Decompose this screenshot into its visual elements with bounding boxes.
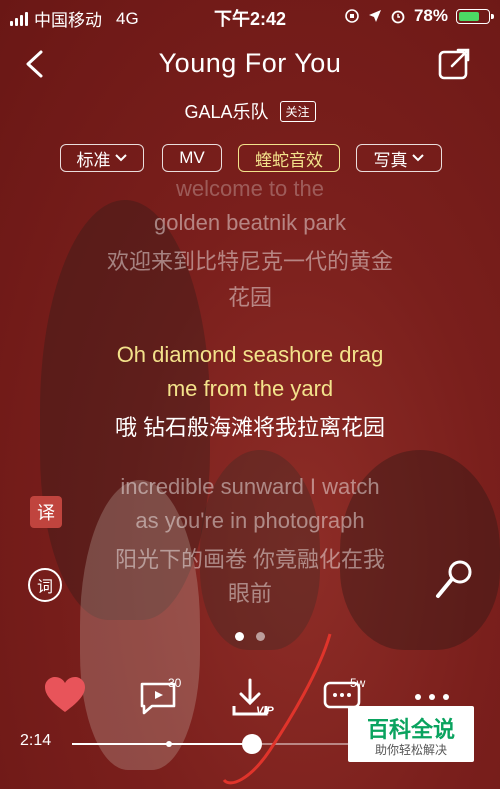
mode-pills: 标准 MV 蝰蛇音效 写真	[0, 144, 500, 176]
watermark-logo: 百科全说 助你轻松解决	[348, 706, 474, 762]
current-lyric-translation: 哦 钻石般海滩将我拉离花园	[114, 415, 386, 440]
more-icon[interactable]	[412, 692, 452, 702]
watermark-title: 百科全说	[366, 717, 455, 742]
chevron-down-icon	[114, 154, 127, 162]
photo-label: 写真	[373, 150, 408, 170]
follow-button[interactable]: 关注	[279, 101, 316, 122]
heart-icon[interactable]	[44, 676, 86, 714]
artist-name[interactable]: GALA乐队	[184, 102, 268, 122]
lyric-line: 欢迎来到比特尼克一代的黄金	[106, 249, 393, 274]
translate-button[interactable]: 译	[30, 496, 62, 528]
buffer-marker	[166, 741, 172, 747]
red-scribble	[222, 633, 332, 785]
quality-label: 标准	[76, 150, 111, 170]
current-lyric-line: me from the yard	[166, 376, 334, 401]
mv-button[interactable]: MV	[162, 144, 222, 172]
lyric-line: incredible sunward I watch	[120, 474, 380, 499]
battery-icon	[456, 8, 494, 24]
lyric-line: 阳光下的画卷 你竟融化在我	[114, 547, 386, 572]
status-bar: 中国移动 4G 下午2:42 78%	[0, 0, 500, 32]
viper-effect-button[interactable]: 蝰蛇音效	[238, 144, 340, 172]
orientation-lock-icon	[345, 9, 359, 23]
microphone-icon[interactable]	[432, 558, 476, 602]
lyric-line: 花园	[227, 285, 272, 310]
lyric-line: welcome to the	[176, 176, 324, 201]
location-icon	[368, 10, 381, 22]
watermark-subtitle: 助你轻松解决	[374, 743, 447, 757]
lyric-line: 眼前	[227, 581, 272, 606]
comment-count: 30	[168, 676, 182, 690]
mv-label: MV	[179, 148, 205, 167]
current-time: 2:14	[20, 732, 52, 749]
viper-effect-label: 蝰蛇音效	[255, 150, 323, 170]
artist-row: GALA乐队 关注	[0, 98, 500, 124]
comments-count: 5w	[350, 676, 366, 690]
lyrics-label: 词	[36, 579, 53, 596]
lyric-line: as you're in photograph	[135, 508, 365, 533]
current-lyric-line: Oh diamond seashore drag	[116, 342, 384, 367]
lyrics-button[interactable]: 词	[28, 568, 62, 602]
player-screen: 中国移动 4G 下午2:42 78% Young For You GALA乐队 …	[0, 0, 500, 789]
quality-selector[interactable]: 标准	[60, 144, 144, 172]
song-title: Young For You	[158, 48, 342, 78]
lyric-line: golden beatnik park	[153, 210, 347, 235]
player-header: Young For You	[0, 40, 500, 90]
chevron-down-icon	[411, 154, 424, 162]
battery-percent: 78%	[413, 6, 448, 25]
share-icon[interactable]	[436, 46, 472, 82]
alarm-icon	[391, 10, 405, 24]
photo-selector[interactable]: 写真	[356, 144, 442, 172]
